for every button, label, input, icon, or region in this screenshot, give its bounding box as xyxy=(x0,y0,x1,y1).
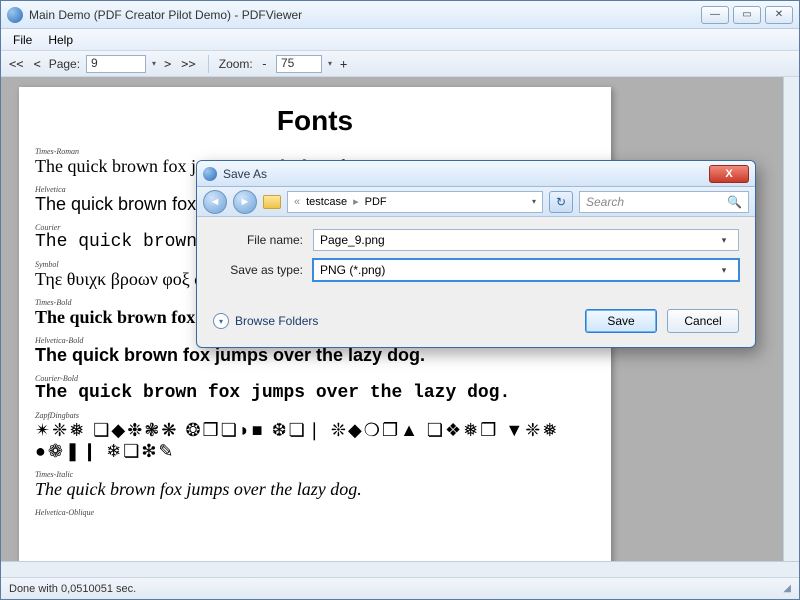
statusbar: Done with 0,0510051 sec. ◢ xyxy=(1,577,799,599)
chevron-down-icon: ▾ xyxy=(213,313,229,329)
search-input[interactable]: Search 🔍 xyxy=(579,191,749,213)
dialog-form: File name: Page_9.png ▾ Save as type: PN… xyxy=(197,217,755,303)
zoom-out-button[interactable]: - xyxy=(259,57,270,71)
toolbar-separator xyxy=(208,55,209,73)
font-label: Times-Italic xyxy=(35,470,595,479)
breadcrumb[interactable]: « testcase ▸ PDF ▾ xyxy=(287,191,543,213)
sample-text: The quick brown fox jumps over the lazy … xyxy=(35,479,595,500)
zoom-in-button[interactable]: + xyxy=(338,57,349,71)
window-controls: — ▭ ✕ xyxy=(701,6,793,24)
dialog-titlebar: Save As X xyxy=(197,161,755,187)
zoom-label: Zoom: xyxy=(219,57,253,71)
menu-help[interactable]: Help xyxy=(42,31,79,49)
filename-value: Page_9.png xyxy=(320,233,385,247)
browse-folders-label: Browse Folders xyxy=(235,314,318,328)
app-icon xyxy=(7,7,23,23)
zoom-input[interactable]: 75 xyxy=(276,55,322,73)
filetype-label: Save as type: xyxy=(213,263,313,277)
folder-icon xyxy=(263,195,281,209)
font-label: Courier-Bold xyxy=(35,374,595,383)
minimize-button[interactable]: — xyxy=(701,6,729,24)
next-page-button[interactable]: > xyxy=(162,57,173,71)
first-page-button[interactable]: << xyxy=(7,57,25,71)
dialog-footer: ▾ Browse Folders Save Cancel xyxy=(197,303,755,347)
cancel-button[interactable]: Cancel xyxy=(667,309,739,333)
breadcrumb-seg[interactable]: PDF xyxy=(365,196,387,208)
sample-text: The quick brown fox jumps over the lazy … xyxy=(35,383,595,403)
horizontal-scrollbar[interactable] xyxy=(1,561,799,577)
save-as-dialog: Save As X ◄ ► « testcase ▸ PDF ▾ ↻ Searc… xyxy=(196,160,756,348)
search-icon: 🔍 xyxy=(727,195,742,209)
font-label: Times-Roman xyxy=(35,147,595,156)
filetype-dropdown-icon[interactable]: ▾ xyxy=(716,265,732,276)
page-heading: Fonts xyxy=(35,105,595,137)
page-label: Page: xyxy=(49,57,80,71)
refresh-button[interactable]: ↻ xyxy=(549,191,573,213)
breadcrumb-seg[interactable]: testcase xyxy=(306,196,347,208)
resize-grip-icon[interactable]: ◢ xyxy=(783,583,791,594)
dialog-icon xyxy=(203,167,217,181)
sample-text: ✴❈❅ ❑◆❉❃❋ ❂❒❏◗■ ❆❏❘ ❊◆❍❐▲ ❏❖❅❒ ▼❈❅ ●❁❚❙ … xyxy=(35,420,595,462)
dialog-title: Save As xyxy=(223,167,709,181)
prev-page-button[interactable]: < xyxy=(31,57,42,71)
menubar: File Help xyxy=(1,29,799,51)
maximize-button[interactable]: ▭ xyxy=(733,6,761,24)
filename-input[interactable]: Page_9.png ▾ xyxy=(313,229,739,251)
toolbar: << < Page: 9 ▾ > >> Zoom: - 75 ▾ + xyxy=(1,51,799,77)
forward-button[interactable]: ► xyxy=(233,190,257,214)
breadcrumb-sep-icon: « xyxy=(294,196,300,208)
chevron-right-icon: ▸ xyxy=(353,195,359,208)
dialog-navbar: ◄ ► « testcase ▸ PDF ▾ ↻ Search 🔍 xyxy=(197,187,755,217)
font-label: Helvetica-Oblique xyxy=(35,508,595,517)
browse-folders-toggle[interactable]: ▾ Browse Folders xyxy=(213,313,318,329)
font-label: ZapfDingbats xyxy=(35,411,595,420)
vertical-scrollbar[interactable] xyxy=(783,77,799,577)
save-button[interactable]: Save xyxy=(585,309,657,333)
filename-label: File name: xyxy=(213,233,313,247)
back-button[interactable]: ◄ xyxy=(203,190,227,214)
filename-dropdown-icon[interactable]: ▾ xyxy=(716,235,732,246)
breadcrumb-dropdown-icon[interactable]: ▾ xyxy=(532,197,536,206)
last-page-button[interactable]: >> xyxy=(179,57,197,71)
dialog-close-button[interactable]: X xyxy=(709,165,749,183)
page-input[interactable]: 9 xyxy=(86,55,146,73)
menu-file[interactable]: File xyxy=(7,31,38,49)
close-button[interactable]: ✕ xyxy=(765,6,793,24)
search-placeholder: Search xyxy=(586,195,624,209)
page-dropdown-icon[interactable]: ▾ xyxy=(152,59,156,68)
status-text: Done with 0,0510051 sec. xyxy=(9,583,136,595)
sample-text: The quick brown fox jumps over the lazy … xyxy=(35,345,595,366)
window-title: Main Demo (PDF Creator Pilot Demo) - PDF… xyxy=(29,8,701,22)
titlebar: Main Demo (PDF Creator Pilot Demo) - PDF… xyxy=(1,1,799,29)
zoom-dropdown-icon[interactable]: ▾ xyxy=(328,59,332,68)
filetype-combo[interactable]: PNG (*.png) ▾ xyxy=(313,259,739,281)
filetype-value: PNG (*.png) xyxy=(320,263,385,277)
